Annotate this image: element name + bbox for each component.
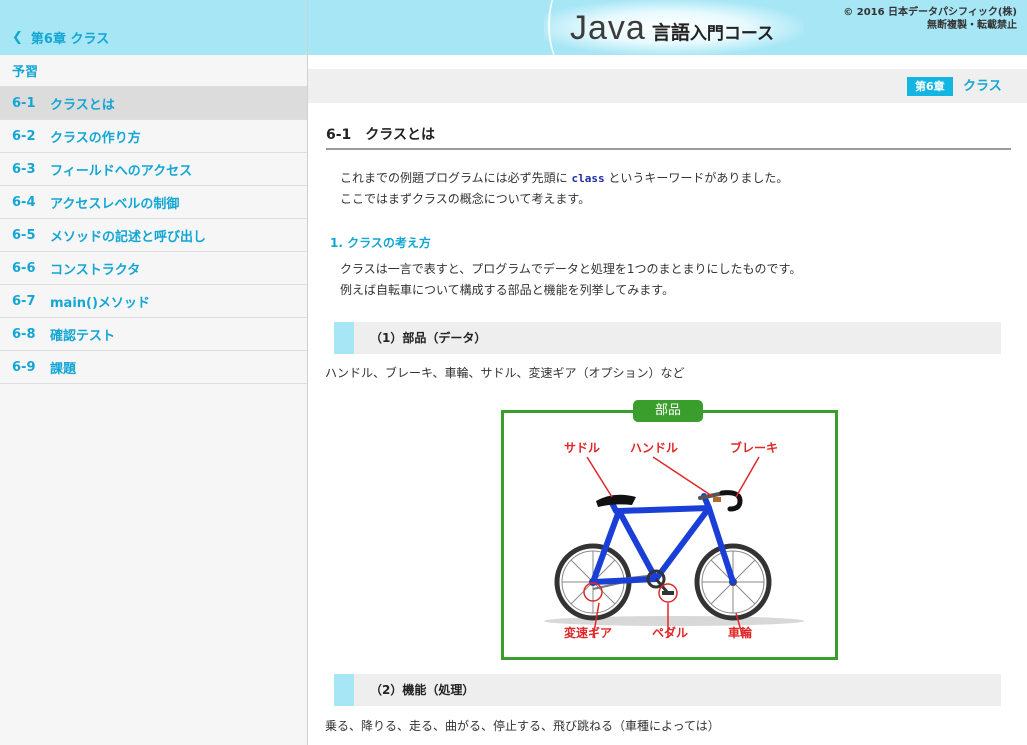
intro-line-1: これまでの例題プログラムには必ず先頭に class というキーワードがありました… (340, 168, 788, 189)
copyright-notice: © 2016 日本データパシフィック(株) 無断複製・転載禁止 (843, 6, 1017, 32)
sidebar-item-label: クラスとは (50, 97, 115, 113)
logo-java-text: Java (570, 8, 646, 47)
intro-text-before: これまでの例題プログラムには必ず先頭に (340, 171, 572, 185)
back-link-label: 第6章 クラス (30, 32, 110, 47)
sidebar-item-6-9[interactable]: 6-9 課題 (0, 351, 307, 384)
copyright-line-1: © 2016 日本データパシフィック(株) (843, 7, 1017, 18)
header-bar: Java 言語 入門コース © 2016 日本データパシフィック(株) 無断複製… (308, 0, 1027, 55)
label-brake: ブレーキ (730, 441, 779, 455)
label-handle: ハンドル (630, 441, 679, 455)
label-saddle: サドル (564, 441, 601, 455)
concept-line-2: 例えば自転車について構成する部品と機能を列挙してみます。 (340, 283, 675, 297)
sidebar-item-6-1[interactable]: 6-1 クラスとは (0, 87, 307, 120)
sidebar-item-label: main()メソッド (50, 295, 150, 311)
sidebar-item-6-5[interactable]: 6-5 メソッドの記述と呼び出し (0, 219, 307, 252)
sidebar-item-number: 6-4 (12, 194, 36, 210)
back-to-chapter-link[interactable]: ❮ 第6章 クラス (12, 28, 109, 47)
subheading: 1. クラスの考え方 (330, 236, 431, 250)
intro-line-2: ここではまずクラスの概念について考えます。 (340, 192, 591, 206)
functions-heading-label: （2）機能（処理） (370, 683, 475, 697)
chapter-badge: 第6章 (907, 77, 953, 96)
chapter-name: クラス (963, 79, 1002, 94)
sidebar-header: ❮ 第6章 クラス (0, 0, 307, 55)
chapter-bar: 第6章 クラス (308, 69, 1027, 103)
heading-accent-mark (334, 322, 354, 354)
sidebar-item-number: 6-3 (12, 161, 36, 177)
parts-heading-label: （1）部品（データ） (370, 331, 487, 345)
sidebar-item-label: 課題 (50, 361, 77, 377)
course-logo: Java 言語 入門コース (570, 4, 774, 52)
chevron-left-icon: ❮ (12, 30, 23, 45)
logo-course-text: 入門コース (689, 24, 774, 44)
heading-accent-mark (334, 674, 354, 706)
concept-line-1: クラスは一言で表すと、プログラムでデータと処理を1つのまとまりにしたものです。 (340, 262, 802, 276)
parts-text: ハンドル、ブレーキ、車輪、サドル、変速ギア（オプション）など (325, 366, 685, 380)
bicycle-parts-figure: 部品 サドル ハンドル ブレーキ 変速ギア ペダル 車輪 (501, 400, 838, 660)
functions-heading-box: （2）機能（処理） (334, 674, 1001, 706)
sidebar-item-preview[interactable]: 予習 (0, 55, 307, 87)
sidebar-item-6-4[interactable]: 6-4 アクセスレベルの制御 (0, 186, 307, 219)
logo-gengo-text: 言語 (651, 21, 690, 44)
sidebar-item-6-7[interactable]: 6-7 main()メソッド (0, 285, 307, 318)
intro-text-after: というキーワードがありました。 (604, 171, 789, 185)
sidebar-item-6-2[interactable]: 6-2 クラスの作り方 (0, 120, 307, 153)
sidebar-item-6-3[interactable]: 6-3 フィールドへのアクセス (0, 153, 307, 186)
parts-heading-box: （1）部品（データ） (334, 322, 1001, 354)
intro-paragraph: これまでの例題プログラムには必ず先頭に class というキーワードがありました… (340, 168, 788, 210)
label-pedal: ペダル (652, 626, 689, 640)
sidebar-item-label: メソッドの記述と呼び出し (50, 229, 207, 245)
sidebar-item-number: 6-2 (12, 128, 36, 144)
sidebar-item-label: クラスの作り方 (50, 130, 141, 146)
sidebar-item-6-8[interactable]: 6-8 確認テスト (0, 318, 307, 351)
sidebar-item-label: 予習 (12, 65, 39, 80)
sidebar-item-label: コンストラクタ (50, 262, 141, 278)
sidebar-item-number: 6-9 (12, 359, 36, 375)
label-gear: 変速ギア (564, 626, 613, 640)
sidebar-item-6-6[interactable]: 6-6 コンストラクタ (0, 252, 307, 285)
label-wheel: 車輪 (728, 626, 753, 640)
sidebar-item-label: アクセスレベルの制御 (50, 196, 180, 212)
sidebar-item-label: 確認テスト (50, 328, 116, 344)
sidebar: ❮ 第6章 クラス 予習 6-1 クラスとは 6-2 クラスの作り方 6-3 フ… (0, 0, 308, 745)
sidebar-item-number: 6-5 (12, 227, 36, 243)
sidebar-item-number: 6-1 (12, 95, 36, 111)
concept-paragraph: クラスは一言で表すと、プログラムでデータと処理を1つのまとまりにしたものです。 … (340, 259, 801, 301)
sidebar-item-label: フィールドへのアクセス (50, 163, 193, 179)
copyright-line-2: 無断複製・転載禁止 (927, 20, 1017, 31)
section-title: 6-1 クラスとは (326, 124, 1011, 150)
sidebar-item-number: 6-8 (12, 326, 36, 342)
class-keyword: class (571, 172, 605, 185)
sidebar-item-number: 6-7 (12, 293, 36, 309)
functions-text: 乗る、降りる、走る、曲がる、停止する、飛び跳ねる（車種によっては） (325, 719, 720, 733)
main-content: 第6章 クラス 6-1 クラスとは これまでの例題プログラムには必ず先頭に cl… (308, 55, 1027, 745)
sidebar-item-number: 6-6 (12, 260, 36, 276)
